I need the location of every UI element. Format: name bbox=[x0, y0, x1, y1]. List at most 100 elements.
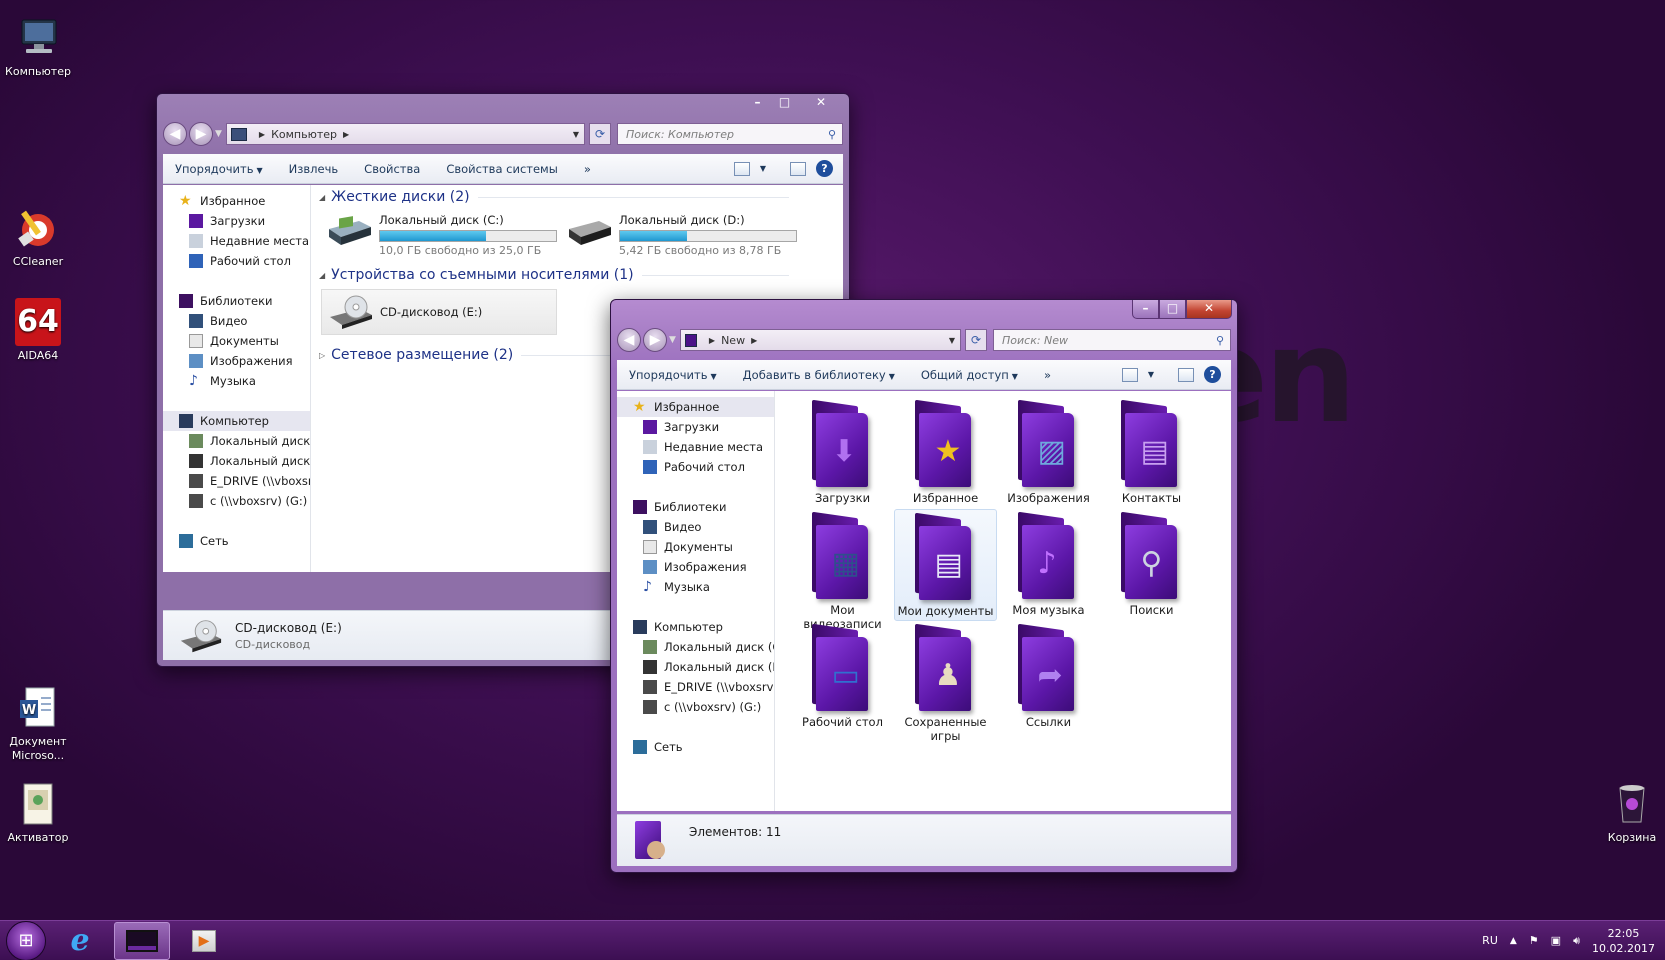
chevron-down-icon[interactable]: ▼ bbox=[760, 164, 766, 173]
start-button[interactable]: ⊞ bbox=[6, 920, 46, 960]
nav-favorites[interactable]: ★ Избранное bbox=[617, 397, 774, 417]
nav-network-drive-e[interactable]: E_DRIVE (\\vboxsrv) bbox=[163, 471, 310, 491]
nav-network-drive-g[interactable]: c (\\vboxsrv) (G:) bbox=[617, 697, 774, 717]
nav-desktop[interactable]: Рабочий стол bbox=[617, 457, 774, 477]
desktop-icon-recycle-bin[interactable]: Корзина bbox=[1594, 780, 1665, 845]
folder-item[interactable]: ♪ Моя музыка bbox=[997, 509, 1100, 621]
taskbar-explorer[interactable] bbox=[114, 921, 170, 960]
nav-drive-d[interactable]: Локальный диск (D bbox=[617, 657, 774, 677]
drive-d[interactable]: Локальный диск (D:) 5,42 ГБ свободно из 8… bbox=[565, 213, 797, 257]
nav-downloads[interactable]: Загрузки bbox=[617, 417, 774, 437]
taskbar-internet-explorer[interactable]: e bbox=[52, 922, 108, 960]
nav-favorites[interactable]: ★ Избранное bbox=[163, 191, 310, 211]
organize-button[interactable]: Упорядочить ▼ bbox=[175, 162, 263, 176]
volume-icon[interactable]: 🔊︎ bbox=[1573, 934, 1580, 948]
folder-item[interactable]: ▤ Контакты bbox=[1100, 397, 1203, 509]
folder-item[interactable]: ▦ Мои видеозаписи bbox=[791, 509, 894, 631]
search-icon[interactable]: ⚲ bbox=[828, 128, 836, 141]
back-button[interactable]: ◀ bbox=[617, 328, 641, 352]
nav-drive-c[interactable]: Локальный диск (C bbox=[163, 431, 310, 451]
nav-desktop[interactable]: Рабочий стол bbox=[163, 251, 310, 271]
forward-button[interactable]: ▶ bbox=[189, 122, 213, 146]
nav-music[interactable]: ♪ Музыка bbox=[163, 371, 310, 391]
nav-video[interactable]: Видео bbox=[163, 311, 310, 331]
folder-item[interactable]: ★ Избранное bbox=[894, 397, 997, 509]
nav-video[interactable]: Видео bbox=[617, 517, 774, 537]
nav-network[interactable]: Сеть bbox=[163, 531, 310, 551]
folder-item[interactable]: ⬇ Загрузки bbox=[791, 397, 894, 509]
nav-recent-places[interactable]: Недавние места bbox=[617, 437, 774, 457]
desktop-icon-computer[interactable]: Компьютер bbox=[0, 14, 76, 79]
minimize-button[interactable]: – bbox=[1132, 300, 1159, 319]
nav-libraries[interactable]: Библиотеки bbox=[163, 291, 310, 311]
eject-button[interactable]: Извлечь bbox=[289, 162, 339, 176]
preview-pane-icon[interactable] bbox=[1178, 367, 1194, 382]
close-button[interactable]: ✕ bbox=[798, 94, 844, 113]
maximize-button[interactable]: □ bbox=[1159, 300, 1186, 319]
refresh-button[interactable]: ⟳ bbox=[589, 123, 611, 145]
more-commands-button[interactable]: » bbox=[1044, 368, 1051, 382]
recent-pages-dropdown[interactable]: ▼ bbox=[669, 335, 676, 345]
forward-button[interactable]: ▶ bbox=[643, 328, 667, 352]
folder-item[interactable]: ♟ Сохраненные игры bbox=[894, 621, 997, 743]
nav-computer[interactable]: Компьютер bbox=[163, 411, 310, 431]
chevron-down-icon[interactable]: ▼ bbox=[1148, 370, 1154, 379]
nav-computer[interactable]: Компьютер bbox=[617, 617, 774, 637]
nav-network-drive-g[interactable]: c (\\vboxsrv) (G:) bbox=[163, 491, 310, 511]
desktop-icon-word-document[interactable]: W Документ Microso... bbox=[0, 684, 76, 763]
preview-pane-icon[interactable] bbox=[790, 161, 806, 176]
group-removable[interactable]: ◢ Устройства со съемными носителями (1) bbox=[319, 267, 789, 283]
address-bar[interactable]: ▶ Компьютер ▶ ▼ bbox=[225, 123, 585, 145]
nav-pictures[interactable]: Изображения bbox=[617, 557, 774, 577]
network-status-icon[interactable]: ▣ bbox=[1551, 934, 1561, 947]
nav-network-drive-e[interactable]: E_DRIVE (\\vboxsrv) bbox=[617, 677, 774, 697]
organize-button[interactable]: Упорядочить ▼ bbox=[629, 368, 717, 382]
nav-network[interactable]: Сеть bbox=[617, 737, 774, 757]
collapse-icon[interactable]: ◢ bbox=[319, 271, 325, 280]
chevron-right-icon[interactable]: ▶ bbox=[343, 130, 349, 139]
nav-drive-d[interactable]: Локальный диск (D bbox=[163, 451, 310, 471]
search-input[interactable]: Поиск: Компьютер ⚲ bbox=[617, 123, 843, 145]
navigation-pane[interactable]: ★ Избранное Загрузки Недавние места Рабоч… bbox=[163, 185, 311, 572]
action-center-flag-icon[interactable]: ⚑ bbox=[1529, 934, 1539, 947]
nav-music[interactable]: ♪ Музыка bbox=[617, 577, 774, 597]
properties-button[interactable]: Свойства bbox=[364, 162, 420, 176]
nav-pictures[interactable]: Изображения bbox=[163, 351, 310, 371]
search-input[interactable]: Поиск: New ⚲ bbox=[993, 329, 1231, 351]
address-crumb[interactable]: New bbox=[721, 334, 745, 347]
folder-item[interactable]: ▨ Изображения bbox=[997, 397, 1100, 509]
address-dropdown[interactable]: ▼ bbox=[944, 336, 960, 345]
desktop-icon-ccleaner[interactable]: CCleaner bbox=[0, 204, 76, 269]
minimize-button[interactable]: – bbox=[744, 94, 771, 113]
clock[interactable]: 22:05 10.02.2017 bbox=[1592, 926, 1655, 956]
address-bar[interactable]: ▶ New ▶ ▼ bbox=[679, 329, 961, 351]
view-options-icon[interactable] bbox=[1121, 367, 1138, 382]
system-properties-button[interactable]: Свойства системы bbox=[446, 162, 557, 176]
chevron-right-icon[interactable]: ▶ bbox=[751, 336, 757, 345]
new-folder-window[interactable]: – □ ✕ ◀ ▶ ▼ ▶ New ▶ ▼ ⟳ Поиск: New ⚲ Упор… bbox=[610, 299, 1238, 873]
folder-item[interactable]: ▭ Рабочий стол bbox=[791, 621, 894, 733]
collapse-icon[interactable]: ◢ bbox=[319, 193, 325, 202]
nav-libraries[interactable]: Библиотеки bbox=[617, 497, 774, 517]
folder-item[interactable]: ▤ Мои документы bbox=[894, 509, 997, 621]
refresh-button[interactable]: ⟳ bbox=[965, 329, 987, 351]
drive-c[interactable]: Локальный диск (C:) 10,0 ГБ свободно из 2… bbox=[325, 213, 557, 257]
language-indicator[interactable]: RU bbox=[1482, 934, 1498, 947]
search-icon[interactable]: ⚲ bbox=[1216, 334, 1224, 347]
address-dropdown[interactable]: ▼ bbox=[568, 130, 584, 139]
address-crumb[interactable]: Компьютер bbox=[271, 128, 337, 141]
maximize-button[interactable]: □ bbox=[771, 94, 798, 113]
taskbar-media-player[interactable]: ▶ bbox=[176, 922, 232, 960]
folder-item[interactable]: ⚲ Поиски bbox=[1100, 509, 1203, 621]
nav-downloads[interactable]: Загрузки bbox=[163, 211, 310, 231]
recent-pages-dropdown[interactable]: ▼ bbox=[215, 129, 222, 139]
folder-item[interactable]: ➦ Ссылки bbox=[997, 621, 1100, 733]
more-commands-button[interactable]: » bbox=[584, 162, 591, 176]
expand-icon[interactable]: ▷ bbox=[319, 351, 325, 360]
share-with-button[interactable]: Общий доступ ▼ bbox=[921, 368, 1018, 382]
nav-recent-places[interactable]: Недавние места bbox=[163, 231, 310, 251]
help-icon[interactable]: ? bbox=[1204, 366, 1221, 383]
show-hidden-icons[interactable]: ▲ bbox=[1510, 936, 1517, 946]
back-button[interactable]: ◀ bbox=[163, 122, 187, 146]
close-button[interactable]: ✕ bbox=[1186, 300, 1232, 319]
